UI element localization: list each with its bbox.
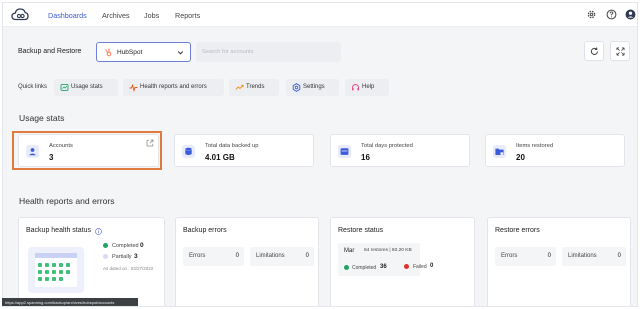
quick-link-settings[interactable]: Settings — [286, 79, 339, 96]
errors-label: Errors — [501, 253, 518, 259]
nav-jobs[interactable]: Jobs — [144, 11, 159, 20]
backup-limitations-count[interactable]: Limitations 0 — [250, 247, 314, 266]
health-reports-heading: Health reports and errors — [19, 196, 115, 206]
completed-label: Completed — [112, 243, 139, 249]
partially-value: 3 — [134, 253, 138, 260]
card-title: Backup health status — [26, 227, 91, 234]
completed-value: 0 — [140, 242, 144, 249]
quick-link-label: Settings — [303, 84, 325, 90]
completed-dot — [344, 265, 349, 270]
quick-link-usage-stats[interactable]: Usage stats — [54, 79, 118, 96]
nav-reports[interactable]: Reports — [175, 11, 200, 20]
limitations-value: 0 — [305, 253, 309, 259]
select-value: HubSpot — [117, 49, 143, 56]
quick-link-trends[interactable]: Trends — [229, 79, 279, 96]
quick-link-label: Help — [362, 84, 375, 90]
nav-dashboards[interactable]: Dashboards — [48, 11, 87, 20]
quick-link-health-reports[interactable]: Health reports and errors — [123, 79, 224, 96]
backup-errors-count[interactable]: Errors 0 — [183, 247, 244, 266]
restore-errors-count[interactable]: Errors 0 — [495, 247, 556, 266]
calendar-icon — [338, 145, 351, 158]
backup-restore-label: Backup and Restore — [18, 48, 82, 55]
fullscreen-icon — [616, 47, 625, 56]
restore-month-box[interactable]: Mar 64 restores | 60.20 KB Completed 36 — [338, 243, 420, 276]
completed-value: 36 — [380, 264, 387, 270]
card-title: Backup errors — [183, 227, 227, 234]
limitations-label: Limitations — [256, 253, 285, 259]
gear-icon[interactable] — [586, 9, 597, 20]
completed-label: Completed — [352, 265, 377, 271]
health-calendar-illustration — [28, 247, 84, 293]
stat-label: Total data backed up — [205, 143, 259, 149]
quick-link-label: Trends — [246, 84, 265, 90]
limitations-label: Limitations — [568, 253, 597, 259]
restore-errors-card: Restore errors Errors 0 Limitations 0 — [487, 217, 631, 306]
stat-card-data-backed-up: Total data backed up 4.01 GB — [174, 134, 314, 167]
quick-links-label: Quick links — [18, 84, 48, 90]
hubspot-icon — [105, 48, 112, 57]
partially-dot — [103, 254, 108, 259]
help-icon[interactable] — [606, 9, 617, 20]
nav-archives[interactable]: Archives — [102, 11, 130, 20]
restore-limitations-count[interactable]: Limitations 0 — [562, 247, 626, 266]
stat-value: 16 — [361, 153, 370, 162]
refresh-icon — [590, 47, 598, 55]
stat-card-days-protected: Total days protected 16 — [330, 134, 470, 167]
failed-label: Failed — [413, 264, 427, 270]
toolbar: Backup and Restore HubSpot — [3, 27, 637, 77]
pulse-icon — [129, 83, 138, 92]
fullscreen-button[interactable] — [610, 41, 630, 61]
card-title: Restore errors — [495, 227, 540, 234]
card-title: Restore status — [338, 227, 384, 234]
stat-label: Total days protected — [361, 143, 413, 149]
top-nav: Dashboards Archives Jobs Reports — [3, 3, 637, 27]
partially-label: Partially — [112, 254, 132, 260]
restore-summary: 64 restores | 60.20 KB — [364, 248, 412, 253]
info-icon[interactable] — [95, 228, 102, 235]
stat-value: 20 — [516, 153, 525, 162]
usage-stats-heading: Usage stats — [19, 113, 65, 123]
errors-value: 0 — [547, 253, 551, 259]
dashboard-content: Backup and Restore HubSpot Search for ac… — [3, 27, 637, 306]
restore-status-card: Restore status Mar 64 restores | 60.20 K… — [330, 217, 475, 306]
stat-card-items-restored: Items restored 20 — [485, 134, 625, 167]
stat-value: 4.01 GB — [205, 153, 235, 162]
quick-link-label: Health reports and errors — [140, 84, 207, 90]
refresh-button[interactable] — [584, 41, 604, 61]
status-bar-url: https://app2.spanning.com/backup/archive… — [2, 298, 138, 306]
cloud-logo-icon[interactable] — [11, 7, 29, 22]
usage-stats-icon — [60, 83, 69, 91]
limitations-value: 0 — [617, 253, 621, 259]
search-input[interactable] — [196, 42, 341, 62]
accounts-highlight-frame — [12, 131, 162, 170]
headset-icon — [352, 84, 359, 91]
failed-value: 0 — [430, 263, 434, 269]
folder-restore-icon — [493, 145, 506, 158]
restore-month: Mar — [344, 248, 355, 254]
quick-link-label: Usage stats — [71, 84, 103, 90]
user-icon[interactable] — [625, 9, 636, 20]
stat-label: Items restored — [516, 143, 554, 149]
settings-icon — [292, 83, 301, 92]
app-select[interactable]: HubSpot — [96, 42, 191, 62]
database-icon — [182, 145, 195, 158]
quick-link-help[interactable]: Help — [345, 79, 389, 96]
trend-icon — [235, 84, 244, 90]
errors-value: 0 — [235, 253, 239, 259]
failed-dot — [404, 264, 409, 269]
as-dated-text: As dated on : 03/27/2022 — [103, 266, 154, 271]
app-window: Dashboards Archives Jobs Reports Backup … — [2, 2, 638, 307]
backup-errors-card: Backup errors Errors 0 Limitations 0 — [175, 217, 319, 306]
completed-dot — [103, 243, 108, 248]
errors-label: Errors — [189, 253, 206, 259]
chevron-down-icon — [177, 51, 184, 55]
backup-health-card: Backup health status Completed 0 Partial… — [18, 217, 165, 306]
